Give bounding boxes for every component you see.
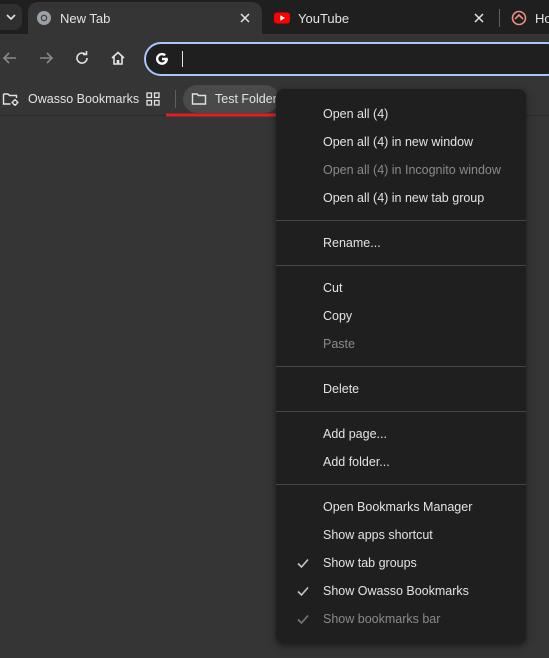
menu-separator: [276, 265, 526, 266]
menu-cut[interactable]: Cut: [276, 274, 526, 302]
tab-divider: [499, 9, 500, 27]
menu-item-label: Add page...: [323, 427, 387, 441]
menu-item-label: Show tab groups: [323, 556, 417, 570]
forward-button[interactable]: [34, 46, 58, 70]
menu-show-owasso-bookmarks[interactable]: Show Owasso Bookmarks: [276, 577, 526, 605]
menu-add-folder[interactable]: Add folder...: [276, 448, 526, 476]
home-button[interactable]: [106, 46, 130, 70]
folder-gear-icon: [2, 91, 20, 107]
tab-strip: New Tab YouTube Ho: [0, 0, 549, 34]
youtube-icon: [274, 10, 290, 26]
menu-item-label: Show Owasso Bookmarks: [323, 584, 469, 598]
menu-delete[interactable]: Delete: [276, 375, 526, 403]
close-icon[interactable]: [236, 9, 254, 27]
checkmark-icon: [297, 586, 309, 597]
menu-item-label: Open Bookmarks Manager: [323, 500, 473, 514]
menu-item-label: Open all (4) in new tab group: [323, 191, 485, 205]
menu-item-label: Open all (4) in Incognito window: [323, 163, 501, 177]
toolbar: [0, 34, 549, 82]
address-bar[interactable]: [144, 42, 549, 76]
menu-paste: Paste: [276, 330, 526, 358]
google-g-icon: [154, 51, 170, 67]
close-icon[interactable]: [470, 9, 488, 27]
menu-copy[interactable]: Copy: [276, 302, 526, 330]
menu-open-all-new-window[interactable]: Open all (4) in new window: [276, 128, 526, 156]
arrow-right-icon: [40, 52, 54, 64]
menu-rename[interactable]: Rename...: [276, 229, 526, 257]
checkmark-icon: [297, 614, 309, 625]
reload-icon: [76, 51, 88, 64]
menu-open-bookmarks-manager[interactable]: Open Bookmarks Manager: [276, 493, 526, 521]
menu-separator: [276, 220, 526, 221]
tab-title: Ho: [535, 10, 549, 26]
tab-ho[interactable]: Ho: [505, 2, 549, 34]
bookmark-folder-context-menu: Open all (4) Open all (4) in new window …: [276, 89, 526, 644]
menu-open-all-incognito: Open all (4) in Incognito window: [276, 156, 526, 184]
menu-show-apps-shortcut[interactable]: Show apps shortcut: [276, 521, 526, 549]
text-caret: [182, 51, 183, 67]
menu-separator: [276, 366, 526, 367]
menu-open-all[interactable]: Open all (4): [276, 100, 526, 128]
back-button[interactable]: [0, 46, 22, 70]
apps-shortcut[interactable]: [143, 85, 163, 113]
menu-item-label: Open all (4): [323, 107, 389, 121]
bookmark-owasso[interactable]: Owasso Bookmarks: [0, 85, 139, 113]
tab-search-button[interactable]: [0, 4, 22, 30]
menu-item-label: Copy: [323, 309, 353, 323]
menu-item-label: Cut: [323, 281, 343, 295]
home-icon: [111, 51, 125, 65]
menu-item-label: Paste: [323, 337, 355, 351]
reload-button[interactable]: [70, 46, 94, 70]
bookmark-label: Owasso Bookmarks: [28, 92, 140, 106]
menu-item-label: Add folder...: [323, 455, 390, 469]
menu-item-label: Show bookmarks bar: [323, 612, 441, 626]
menu-item-label: Delete: [323, 382, 360, 396]
tab-youtube[interactable]: YouTube: [270, 2, 496, 34]
menu-item-label: Rename...: [323, 236, 381, 250]
menu-show-tab-groups[interactable]: Show tab groups: [276, 549, 526, 577]
chevron-down-icon: [6, 14, 16, 21]
menu-separator: [276, 484, 526, 485]
app-icon: [511, 10, 527, 26]
apps-grid-icon: [146, 92, 160, 106]
checkmark-icon: [297, 558, 309, 569]
chrome-icon: [36, 10, 52, 26]
tab-title: YouTube: [298, 10, 350, 26]
menu-item-label: Open all (4) in new window: [323, 135, 474, 149]
tab-new-tab[interactable]: New Tab: [28, 2, 262, 34]
menu-show-bookmarks-bar: Show bookmarks bar: [276, 605, 526, 633]
arrow-left-icon: [2, 52, 16, 64]
tab-title: New Tab: [60, 10, 111, 26]
menu-separator: [276, 411, 526, 412]
menu-item-label: Show apps shortcut: [323, 528, 433, 542]
menu-open-all-tab-group[interactable]: Open all (4) in new tab group: [276, 184, 526, 212]
menu-add-page[interactable]: Add page...: [276, 420, 526, 448]
